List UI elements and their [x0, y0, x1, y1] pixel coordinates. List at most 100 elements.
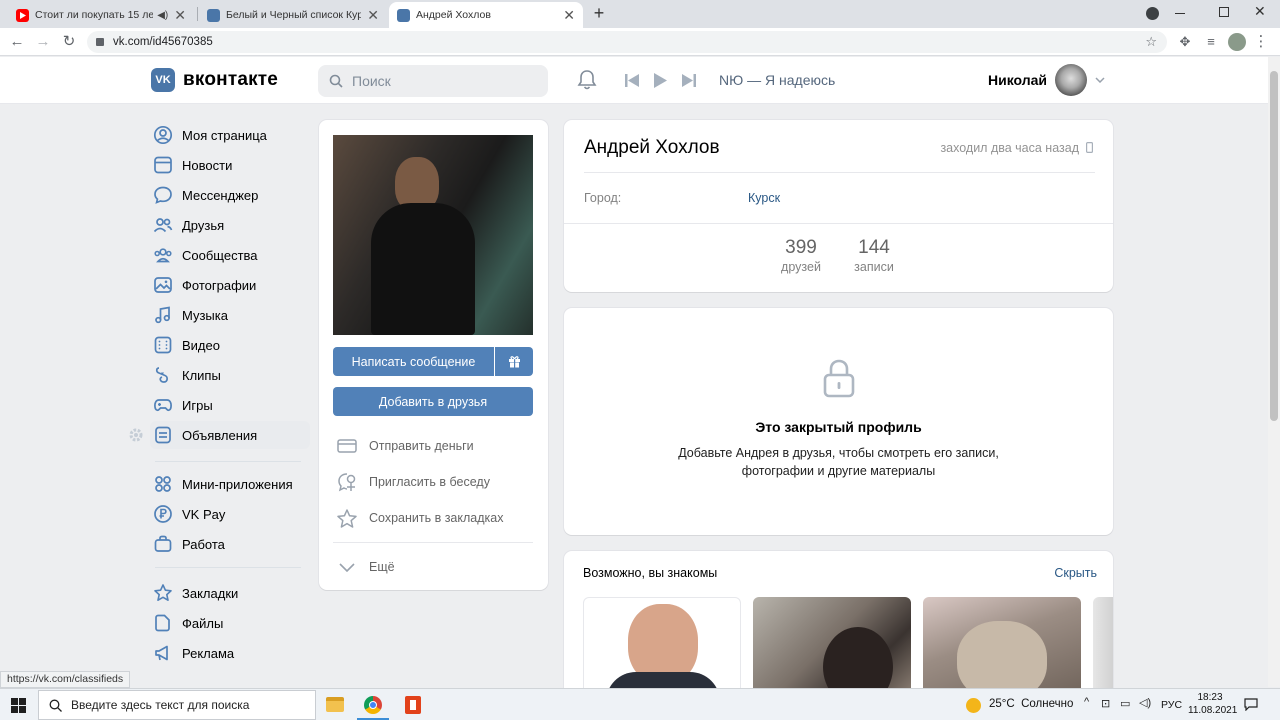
reading-list-icon[interactable]: ≡	[1202, 33, 1220, 51]
send-money-action[interactable]: Отправить деньги	[335, 433, 474, 459]
battery-icon[interactable]: ▭	[1120, 697, 1130, 710]
browser-tab-bar: Стоит ли покупать 15 летн ◀) ✕ Белый и Ч…	[0, 0, 1280, 28]
language-indicator[interactable]: РУС	[1161, 699, 1182, 711]
add-friend-button[interactable]: Добавить в друзья	[333, 387, 533, 416]
window-close-button[interactable]: ✕	[1254, 3, 1266, 20]
url-field[interactable]: vk.com/id45670385 ☆	[87, 31, 1167, 53]
person-body	[371, 203, 475, 335]
sidebar-item-label: VK Pay	[182, 506, 226, 522]
close-icon[interactable]: ✕	[367, 7, 379, 24]
sidebar-item-communities[interactable]: Сообщества	[150, 241, 310, 269]
actions-divider	[333, 542, 533, 543]
sidebar-item-files[interactable]: Файлы	[150, 609, 310, 637]
hide-suggestions-link[interactable]: Скрыть	[1054, 566, 1097, 580]
windows-start-icon[interactable]	[11, 698, 26, 713]
url-text: vk.com/id45670385	[113, 36, 213, 48]
chevron-up-icon[interactable]: ^	[1084, 696, 1089, 708]
extensions-icon[interactable]: ✥	[1176, 33, 1194, 51]
clock[interactable]: 18:23 11.08.2021	[1188, 691, 1237, 717]
volume-icon[interactable]: ◁)	[1139, 696, 1151, 709]
menu-icon[interactable]: ⋮	[1252, 33, 1270, 51]
chevron-down-icon[interactable]	[1095, 77, 1105, 83]
sidebar-item-user-circle[interactable]: Моя страница	[150, 121, 310, 149]
scrollbar-thumb[interactable]	[1270, 71, 1278, 421]
friends-counter[interactable]: 399 друзей	[771, 237, 831, 274]
minimize-button[interactable]	[1175, 13, 1185, 14]
sidebar-item-message[interactable]: Мессенджер	[150, 181, 310, 209]
sidebar-item-video[interactable]: Видео	[150, 331, 310, 359]
gift-button[interactable]	[495, 347, 533, 376]
sidebar-item-label: Файлы	[182, 615, 224, 631]
invite-chat-label: Пригласить в беседу	[369, 475, 490, 489]
more-action[interactable]: Ещё	[335, 554, 395, 580]
send-message-button[interactable]: Написать сообщение	[333, 347, 494, 376]
sidebar-item-clips[interactable]: Клипы	[150, 361, 310, 389]
new-tab-button[interactable]: +	[590, 3, 608, 24]
profile-photo[interactable]	[333, 135, 533, 335]
taskbar-search-input[interactable]: Введите здесь текст для поиска	[38, 690, 316, 720]
sidebar-item-news[interactable]: Новости	[150, 151, 310, 179]
sidebar-item-apps[interactable]: Мини-приложения	[150, 470, 310, 498]
tab-profile[interactable]: Андрей Хохлов ✕	[389, 2, 583, 28]
tab-search-icon[interactable]	[1146, 7, 1159, 20]
next-track-icon[interactable]	[682, 74, 696, 87]
sidebar-item-bookmarks[interactable]: Закладки	[150, 579, 310, 607]
forward-icon[interactable]: →	[34, 33, 52, 51]
save-bookmark-action[interactable]: Сохранить в закладках	[335, 505, 503, 531]
suggested-person-3[interactable]	[923, 597, 1081, 701]
search-input[interactable]: Поиск	[318, 65, 548, 97]
search-placeholder: Поиск	[352, 73, 391, 89]
maximize-button[interactable]	[1219, 7, 1229, 17]
sidebar-item-label: Реклама	[182, 645, 235, 661]
sidebar-item-label: Игры	[182, 397, 213, 413]
sidebar-item-label: Фотографии	[182, 277, 257, 293]
user-name[interactable]: Николай	[988, 72, 1047, 88]
city-link[interactable]: Курск	[748, 191, 780, 205]
mobile-icon	[1086, 142, 1093, 153]
audio-icon[interactable]: ◀)	[157, 10, 168, 21]
closed-title: Это закрытый профиль	[755, 419, 922, 435]
vkpay-icon	[152, 503, 174, 525]
chrome-icon[interactable]	[364, 696, 382, 714]
sidebar-item-games[interactable]: Игры	[150, 391, 310, 419]
sidebar-item-friends[interactable]: Друзья	[150, 211, 310, 239]
suggested-person-2[interactable]	[753, 597, 911, 701]
bell-icon[interactable]	[577, 69, 597, 91]
network-icon[interactable]: ⊡	[1101, 697, 1110, 710]
previous-track-icon[interactable]	[625, 74, 639, 87]
sidebar-item-photos[interactable]: Фотографии	[150, 271, 310, 299]
sidebar-item-music[interactable]: Музыка	[150, 301, 310, 329]
play-icon[interactable]	[654, 73, 667, 88]
sidebar-item-label: Клипы	[182, 367, 221, 383]
reload-icon[interactable]: ↻	[60, 33, 78, 51]
sidebar-item-vkpay[interactable]: VK Pay	[150, 500, 310, 528]
back-icon[interactable]: ←	[8, 33, 26, 51]
suggested-person-1[interactable]	[583, 597, 741, 701]
settings-gear-icon[interactable]	[128, 427, 144, 443]
close-icon[interactable]: ✕	[563, 7, 575, 24]
taskbar-search-placeholder: Введите здесь текст для поиска	[71, 698, 250, 712]
sidebar-item-label: Работа	[182, 536, 225, 552]
sidebar-item-classifieds[interactable]: Объявления	[150, 421, 310, 449]
file-explorer-icon[interactable]	[326, 697, 344, 712]
bookmark-star-icon[interactable]: ☆	[1145, 31, 1157, 53]
invite-chat-action[interactable]: Пригласить в беседу	[335, 469, 490, 495]
user-avatar[interactable]	[1055, 64, 1087, 96]
profile-avatar-icon[interactable]	[1228, 33, 1246, 51]
sidebar-item-ads[interactable]: Реклама	[150, 639, 310, 667]
notifications-icon[interactable]	[1244, 698, 1258, 711]
close-icon[interactable]: ✕	[174, 7, 186, 24]
sidebar-item-work[interactable]: Работа	[150, 530, 310, 558]
gift-icon	[508, 356, 520, 368]
vk-logo[interactable]: VK вконтакте	[151, 68, 278, 92]
suggested-person-4[interactable]	[1093, 597, 1113, 701]
news-icon	[152, 154, 174, 176]
office-icon[interactable]	[405, 696, 421, 714]
tab-youtube[interactable]: Стоит ли покупать 15 летн ◀) ✕	[8, 2, 194, 28]
page-scrollbar[interactable]	[1268, 57, 1280, 687]
now-playing[interactable]: NЮ — Я надеюсь	[719, 72, 835, 88]
files-icon	[152, 612, 174, 634]
weather-text[interactable]: 25°C Солнечно	[989, 698, 1073, 710]
posts-counter[interactable]: 144 записи	[844, 237, 904, 274]
tab-whitelist[interactable]: Белый и Черный список Курск! ✕	[199, 2, 387, 28]
